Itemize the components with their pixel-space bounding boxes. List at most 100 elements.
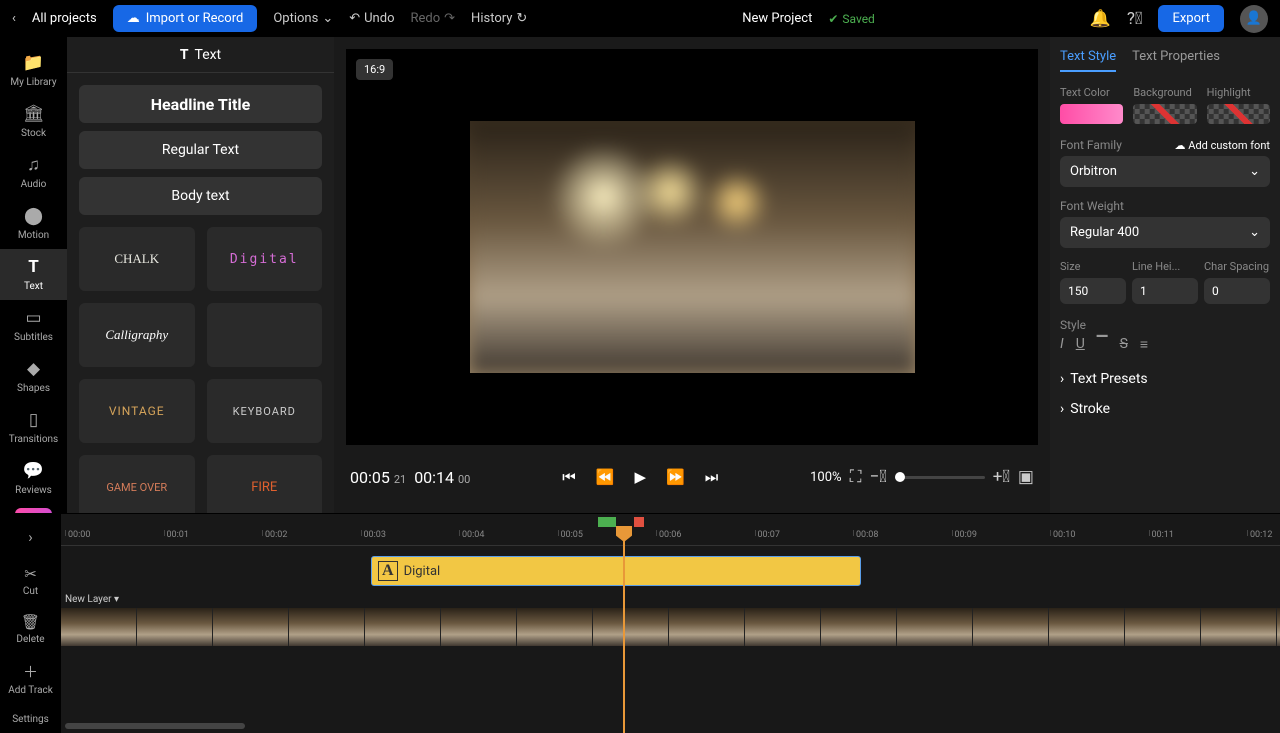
sidebar-item-my-library[interactable]: 📁My Library (0, 45, 67, 96)
layer-label[interactable]: New Layer ▾ (65, 594, 119, 605)
add-track-button[interactable]: ＋Add Track (0, 653, 61, 704)
skip-end-button[interactable]: ⏭ (705, 468, 719, 486)
sidebar-item-subtitles[interactable]: ▭Subtitles (0, 300, 67, 351)
video-thumbnail (441, 608, 517, 646)
line-height-input[interactable] (1132, 278, 1198, 304)
sidebar-item-stock[interactable]: 🏛Stock (0, 96, 67, 147)
export-button[interactable]: Export (1158, 5, 1224, 32)
video-thumbnail (897, 608, 973, 646)
video-thumbnail (593, 608, 669, 646)
text-presets-section[interactable]: ›Text Presets (1060, 371, 1270, 387)
regular-text-button[interactable]: Regular Text (79, 131, 322, 169)
avatar[interactable]: 👤 (1240, 5, 1268, 33)
sidebar-item-shapes[interactable]: ◆Shapes (0, 351, 67, 402)
cut-button[interactable]: ✂Cut (0, 557, 61, 605)
text-preset-digital[interactable]: Digital (207, 227, 323, 291)
body-text-button[interactable]: Body text (79, 177, 322, 215)
tab-text-properties[interactable]: Text Properties (1132, 49, 1220, 72)
sidebar-item-audio[interactable]: ♫Audio (0, 147, 67, 198)
text-color-label: Text Color (1060, 86, 1123, 99)
sidebar-item-text[interactable]: TText (0, 249, 67, 300)
text-preset-chalk[interactable]: CHALK (79, 227, 195, 291)
zoom-out-button[interactable]: −⃝ (869, 467, 886, 487)
headline-title-button[interactable]: Headline Title (79, 85, 322, 123)
align-button[interactable]: ≡ (1140, 336, 1148, 353)
check-icon: ✔ (828, 12, 838, 26)
add-custom-font-link[interactable]: ☁ Add custom font (1175, 139, 1270, 152)
inspector-panel: Text Style Text Properties Text Color Ba… (1050, 37, 1280, 513)
timeline-ruler[interactable]: 00:0000:0100:0200:0300:0400:0500:0600:07… (61, 514, 1280, 546)
sidebar-item-reviews[interactable]: 💬Reviews (0, 453, 67, 504)
text-preset-fire[interactable]: FIRE (207, 455, 323, 513)
background-swatch[interactable] (1133, 104, 1196, 124)
sidebar-item-transitions[interactable]: ▯Transitions (0, 402, 67, 453)
preview-panel: 16:9 00:05 21 00:14 00 ⏮ ⏪ ▶ ⏩ ⏭ 100% ⛶ … (334, 37, 1050, 513)
back-icon[interactable]: ‹ (12, 11, 16, 26)
italic-button[interactable]: I (1060, 336, 1064, 353)
text-preset-keyboard[interactable]: KEYBOARD (207, 379, 323, 443)
text-preset-gameover[interactable]: GAME OVER (79, 455, 195, 513)
underline-button[interactable]: U (1076, 336, 1085, 353)
text-preset-vintage[interactable]: VINTAGE (79, 379, 195, 443)
fullscreen-button[interactable]: ⛶ (850, 467, 862, 487)
notifications-button[interactable]: 🔔 (1090, 9, 1111, 29)
all-projects-link[interactable]: All projects (32, 11, 97, 26)
horizontal-scrollbar[interactable] (65, 723, 245, 729)
skip-start-button[interactable]: ⏮ (562, 468, 576, 486)
text-preset-blank[interactable] (207, 303, 323, 367)
zoom-in-button[interactable]: +⃝ (993, 467, 1010, 487)
char-spacing-input[interactable] (1204, 278, 1270, 304)
user-icon: 👤 (1246, 11, 1262, 26)
video-preview[interactable] (470, 121, 915, 373)
history-button[interactable]: History ↻ (471, 11, 527, 26)
zoom-slider[interactable] (895, 476, 985, 479)
video-track[interactable]: New Layer ▾ (61, 608, 1280, 646)
ruler-tick: 00:02 (262, 530, 287, 536)
timeline[interactable]: 00:0000:0100:0200:0300:0400:0500:0600:07… (61, 514, 1280, 733)
ruler-tick: 00:12 (1247, 530, 1272, 536)
chat-icon: 💬 (0, 461, 67, 481)
chevron-down-icon: ⌄ (322, 11, 333, 26)
font-weight-label: Font Weight (1060, 199, 1270, 213)
video-thumbnail (1049, 608, 1125, 646)
settings-button[interactable]: Settings (0, 706, 61, 733)
font-weight-select[interactable]: Regular 400⌄ (1060, 217, 1270, 248)
scissors-icon: ✂ (0, 565, 61, 583)
playhead[interactable] (623, 526, 625, 733)
topbar: ‹ All projects ☁ Import or Record Option… (0, 0, 1280, 37)
strikethrough-button[interactable]: S (1120, 336, 1128, 353)
options-button[interactable]: Options ⌄ (273, 11, 333, 26)
delete-button[interactable]: 🗑Delete (0, 605, 61, 653)
overline-button[interactable]: ▔ (1097, 336, 1108, 353)
chevron-right-icon: › (1060, 401, 1064, 417)
timecode: 00:05 21 00:14 00 (350, 468, 470, 487)
import-record-button[interactable]: ☁ Import or Record (113, 5, 258, 32)
size-input[interactable] (1060, 278, 1126, 304)
text-clip[interactable]: A Digital (371, 556, 861, 586)
font-family-select[interactable]: Orbitron⌄ (1060, 156, 1270, 187)
char-spacing-label: Char Spacing (1204, 260, 1270, 273)
forward-button[interactable]: ⏩ (666, 468, 685, 486)
aspect-ratio-badge[interactable]: 16:9 (356, 59, 393, 80)
project-name[interactable]: New Project (742, 11, 812, 26)
rewind-button[interactable]: ⏪ (596, 468, 615, 486)
ruler-tick: 00:10 (1050, 530, 1075, 536)
highlight-swatch[interactable] (1207, 104, 1270, 124)
main: 📁My Library 🏛Stock ♫Audio ⬤Motion TText … (0, 37, 1280, 513)
text-preset-calligraphy[interactable]: Calligraphy (79, 303, 195, 367)
redo-button[interactable]: Redo ↷ (410, 11, 455, 26)
help-button[interactable]: ?⃝ (1127, 9, 1143, 29)
shapes-icon: ◆ (0, 359, 67, 379)
background-label: Background (1133, 86, 1196, 99)
fit-button[interactable]: ▣ (1018, 467, 1034, 487)
sidebar-item-motion[interactable]: ⬤Motion (0, 198, 67, 249)
saved-status: ✔Saved (828, 12, 875, 26)
undo-button[interactable]: ↶ Undo (349, 11, 394, 26)
collapse-button[interactable]: › (0, 520, 61, 557)
rewind-icon: ⏪ (596, 468, 615, 486)
tab-text-style[interactable]: Text Style (1060, 49, 1116, 72)
play-button[interactable]: ▶ (634, 468, 646, 486)
stroke-section[interactable]: ›Stroke (1060, 401, 1270, 417)
playback-controls: 00:05 21 00:14 00 ⏮ ⏪ ▶ ⏩ ⏭ 100% ⛶ −⃝ +⃝… (346, 453, 1038, 501)
text-color-swatch[interactable] (1060, 104, 1123, 124)
